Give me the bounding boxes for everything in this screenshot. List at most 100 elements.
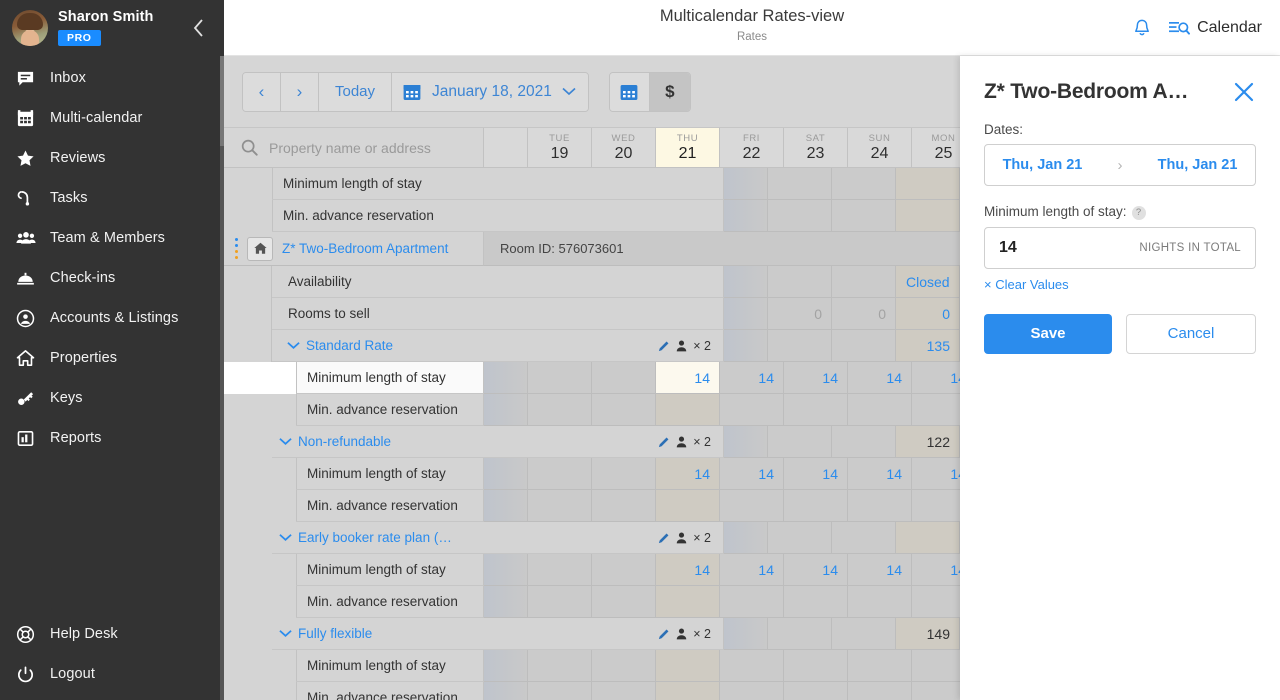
sidebar-item-inbox[interactable]: Inbox — [0, 58, 224, 98]
cancel-button[interactable]: Cancel — [1126, 313, 1256, 354]
grid-cell[interactable]: 14 — [656, 458, 720, 490]
grid-cell[interactable]: 0 — [768, 298, 832, 330]
grid-cell[interactable] — [724, 522, 768, 554]
rate-plan-name[interactable]: Early booker rate plan (… — [298, 530, 658, 545]
grid-cell[interactable] — [528, 682, 592, 700]
grid-cell[interactable] — [724, 426, 768, 458]
day-header[interactable]: TUE 19 — [528, 128, 592, 168]
grid-cell[interactable]: 14 — [656, 554, 720, 586]
search-input[interactable] — [269, 139, 459, 156]
grid-cell[interactable] — [724, 266, 768, 298]
grid-cell[interactable] — [484, 586, 528, 618]
grid-cell[interactable]: 14 — [848, 554, 912, 586]
min-length-of-stay-input[interactable] — [999, 238, 1109, 257]
date-to[interactable]: Thu, Jan 21 — [1158, 157, 1238, 173]
day-header[interactable]: SAT 23 — [784, 128, 848, 168]
sidebar-item-reports[interactable]: Reports — [0, 418, 224, 458]
grid-cell[interactable] — [832, 426, 896, 458]
grid-cell[interactable] — [528, 458, 592, 490]
pencil-icon[interactable] — [658, 532, 670, 544]
grid-cell[interactable] — [528, 586, 592, 618]
grid-cell[interactable] — [848, 394, 912, 426]
grid-cell[interactable] — [720, 490, 784, 522]
day-header[interactable]: SUN 24 — [848, 128, 912, 168]
grid-cell[interactable] — [720, 650, 784, 682]
grid-cell[interactable] — [592, 394, 656, 426]
rate-plan-name[interactable]: Standard Rate — [306, 338, 658, 353]
grid-cell[interactable] — [592, 490, 656, 522]
grid-cell[interactable] — [896, 200, 960, 232]
grid-cell[interactable] — [528, 554, 592, 586]
rate-plan-name[interactable]: Fully flexible — [298, 626, 658, 641]
grid-cell[interactable]: 14 — [784, 362, 848, 394]
grid-cell[interactable] — [896, 522, 960, 554]
grid-cell[interactable] — [484, 490, 528, 522]
chevron-down-icon[interactable] — [280, 341, 306, 350]
grid-cell[interactable] — [784, 682, 848, 700]
sidebar-item-check-ins[interactable]: Check-ins — [0, 258, 224, 298]
grid-cell[interactable] — [848, 682, 912, 700]
chevron-down-icon[interactable] — [272, 437, 298, 446]
grid-cell[interactable] — [832, 168, 896, 200]
grid-cell[interactable] — [484, 362, 528, 394]
grid-cell[interactable]: 14 — [848, 458, 912, 490]
grid-cell-closed[interactable]: Closed — [896, 266, 960, 298]
grid-cell[interactable]: 14 — [720, 554, 784, 586]
date-picker-button[interactable]: January 18, 2021 — [392, 72, 588, 111]
grid-cell[interactable] — [484, 458, 528, 490]
pencil-icon[interactable] — [658, 436, 670, 448]
chevron-down-icon[interactable] — [272, 533, 298, 542]
grid-cell[interactable] — [832, 330, 896, 362]
grid-cell[interactable] — [724, 168, 768, 200]
grid-cell[interactable] — [484, 682, 528, 700]
date-range-picker[interactable]: Thu, Jan 21 › Thu, Jan 21 — [984, 144, 1256, 186]
rates-view-button[interactable]: $ — [649, 72, 690, 111]
grid-cell[interactable] — [768, 266, 832, 298]
grid-cell[interactable] — [784, 490, 848, 522]
grid-cell[interactable] — [784, 650, 848, 682]
save-button[interactable]: Save — [984, 313, 1112, 354]
property-home-button[interactable] — [247, 236, 273, 261]
grid-cell[interactable] — [768, 200, 832, 232]
grid-cell[interactable] — [768, 168, 832, 200]
grid-cell[interactable] — [592, 682, 656, 700]
grid-cell[interactable] — [592, 554, 656, 586]
grid-cell[interactable] — [720, 586, 784, 618]
grid-cell[interactable] — [784, 586, 848, 618]
grid-cell[interactable]: 14 — [784, 554, 848, 586]
grid-cell[interactable]: 14 — [784, 458, 848, 490]
grid-cell[interactable] — [592, 650, 656, 682]
property-search[interactable] — [224, 128, 484, 168]
day-header-today[interactable]: THU 21 — [656, 128, 720, 168]
sidebar-collapse-button[interactable] — [188, 18, 208, 38]
grid-cell-selected[interactable]: 14 — [656, 362, 720, 394]
grid-cell[interactable] — [720, 394, 784, 426]
grid-cell[interactable] — [848, 650, 912, 682]
sidebar-item-reviews[interactable]: Reviews — [0, 138, 224, 178]
sidebar-item-properties[interactable]: Properties — [0, 338, 224, 378]
pencil-icon[interactable] — [658, 628, 670, 640]
calendar-link[interactable]: Calendar — [1168, 19, 1262, 37]
grid-cell[interactable] — [656, 586, 720, 618]
notification-bell-button[interactable] — [1132, 18, 1152, 39]
next-period-button[interactable]: › — [281, 72, 319, 111]
sidebar-item-accounts-listings[interactable]: Accounts & Listings — [0, 298, 224, 338]
grid-cell[interactable] — [484, 394, 528, 426]
grid-cell[interactable] — [592, 362, 656, 394]
grid-cell[interactable]: 14 — [720, 362, 784, 394]
grid-cell[interactable] — [656, 650, 720, 682]
sidebar-item-help-desk[interactable]: Help Desk — [0, 614, 224, 654]
day-header[interactable]: WED 20 — [592, 128, 656, 168]
grid-cell[interactable] — [724, 330, 768, 362]
grid-cell[interactable] — [528, 650, 592, 682]
sidebar-user[interactable]: Sharon Smith PRO — [0, 0, 224, 56]
grid-cell[interactable]: 14 — [720, 458, 784, 490]
clear-values-button[interactable]: × Clear Values — [984, 277, 1256, 292]
sidebar-item-tasks[interactable]: Tasks — [0, 178, 224, 218]
grid-cell[interactable] — [528, 490, 592, 522]
grid-cell[interactable] — [528, 362, 592, 394]
grid-cell[interactable]: 149 — [896, 618, 960, 650]
grid-cell[interactable] — [768, 426, 832, 458]
calendar-view-button[interactable] — [609, 72, 650, 111]
grid-cell[interactable] — [848, 586, 912, 618]
